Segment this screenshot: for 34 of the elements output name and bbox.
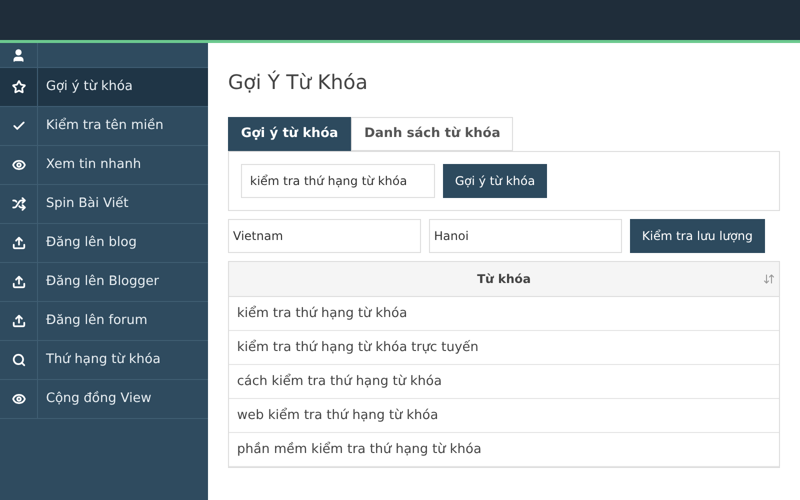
sidebar-item[interactable]: Đăng lên forum: [0, 302, 208, 341]
sidebar-item[interactable]: Kiểm tra tên miền: [0, 107, 208, 146]
column-header[interactable]: Từ khóa: [477, 270, 531, 288]
upload-icon: [12, 236, 26, 250]
search-icon: [12, 353, 26, 367]
sidebar-item[interactable]: Spin Bài Viết: [0, 185, 208, 224]
suggest-button[interactable]: Gợi ý từ khóa: [443, 164, 548, 198]
star-icon: [12, 80, 26, 94]
sidebar-item[interactable]: Đăng lên blog: [0, 224, 208, 263]
city-field[interactable]: Hanoi: [429, 219, 622, 253]
sidebar-item[interactable]: Đăng lên Blogger: [0, 263, 208, 302]
table-cell-text: cách kiểm tra thứ hạng từ khóa: [237, 372, 442, 391]
table-cell-text: kiểm tra thứ hạng từ khóa: [237, 304, 408, 323]
keyword-field[interactable]: kiểm tra thứ hạng từ khóa: [241, 164, 435, 198]
sidebar-item[interactable]: Xem tin nhanh: [0, 146, 208, 185]
tab[interactable]: Danh sách từ khóa: [351, 117, 514, 151]
upload-icon: [12, 275, 26, 289]
country-field[interactable]: Vietnam: [228, 219, 421, 253]
traffic-button[interactable]: Kiểm tra lưu lượng: [630, 219, 765, 253]
sort-icon[interactable]: [763, 273, 775, 285]
shuffle-icon: [12, 197, 26, 211]
tab[interactable]: Gợi ý từ khóa: [228, 117, 352, 151]
eye-icon: [12, 392, 26, 406]
upload-icon: [12, 314, 26, 328]
check-icon: [12, 119, 26, 133]
sidebar-item[interactable]: Cộng đồng View: [0, 380, 208, 419]
table-cell-text: web kiểm tra thứ hạng từ khóa: [237, 406, 438, 425]
eye-icon: [12, 158, 26, 172]
table-cell-text: kiểm tra thứ hạng từ khóa trực tuyến: [237, 338, 479, 357]
page-title: Gợi Ý Từ Khóa: [228, 69, 368, 96]
sidebar-item[interactable]: Gợi ý từ khóa: [0, 68, 208, 107]
sidebar-item[interactable]: Thứ hạng từ khóa: [0, 341, 208, 380]
user-icon: [11, 48, 26, 62]
table-cell-text: phần mềm kiểm tra thứ hạng từ khóa: [237, 440, 482, 459]
